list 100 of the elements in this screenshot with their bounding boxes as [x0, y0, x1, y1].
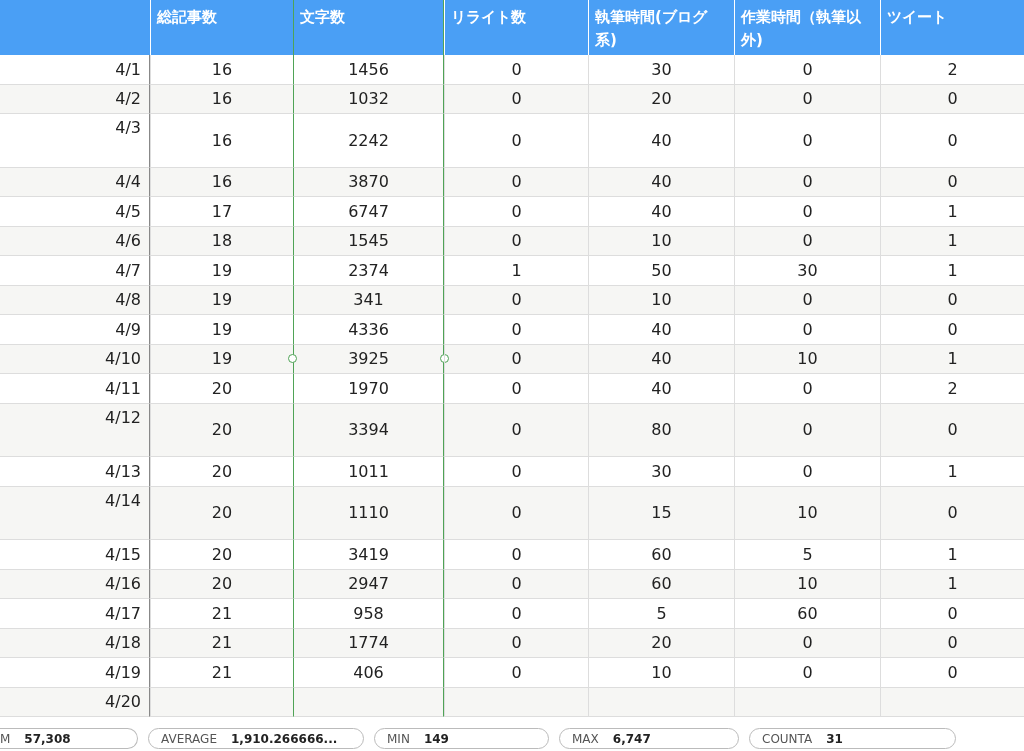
table-cell: 15	[588, 486, 734, 540]
table-cell: 0	[444, 486, 588, 540]
table-cell: 0	[444, 403, 588, 457]
table-cell: 0	[734, 374, 880, 404]
row-label: 4/14	[0, 486, 150, 540]
table-cell: 6747	[293, 197, 444, 227]
table-cell: 1545	[293, 226, 444, 256]
table-cell: 341	[293, 285, 444, 315]
table-cell: 30	[588, 55, 734, 85]
table-cell: 0	[444, 658, 588, 688]
table-cell: 1	[880, 256, 1024, 286]
table-cell: 0	[444, 114, 588, 168]
table-cell: 1774	[293, 628, 444, 658]
row-label: 4/5	[0, 197, 150, 227]
table-cell: 20	[150, 403, 293, 457]
column-header[interactable]: 作業時間（執筆以外)	[734, 0, 880, 55]
table-cell: 50	[588, 256, 734, 286]
table-cell: 3419	[293, 540, 444, 570]
table-cell: 2	[880, 55, 1024, 85]
column-header[interactable]: 総記事数	[150, 0, 293, 55]
table-cell: 2374	[293, 256, 444, 286]
row-label: 4/17	[0, 599, 150, 629]
table-cell: 20	[150, 486, 293, 540]
selection-handle[interactable]	[440, 353, 449, 363]
table-cell: 0	[444, 457, 588, 487]
table-cell: 20	[150, 457, 293, 487]
table-cell: 0	[880, 658, 1024, 688]
table-cell: 16	[150, 167, 293, 197]
table-cell: 0	[444, 315, 588, 345]
table-cell: 17	[150, 197, 293, 227]
row-label: 4/6	[0, 226, 150, 256]
table-cell: 40	[588, 344, 734, 374]
table-cell: 0	[734, 84, 880, 114]
table-cell: 1456	[293, 55, 444, 85]
table-cell: 0	[734, 658, 880, 688]
table-cell: 1	[880, 457, 1024, 487]
table-cell: 0	[734, 114, 880, 168]
table-cell: 0	[444, 599, 588, 629]
table-cell: 0	[880, 628, 1024, 658]
summary-label: AVERAGE	[161, 731, 217, 746]
row-label: 4/3	[0, 114, 150, 168]
row-label: 4/13	[0, 457, 150, 487]
table-cell: 20	[150, 540, 293, 570]
table-cell: 60	[734, 599, 880, 629]
row-label: 4/12	[0, 403, 150, 457]
table-cell: 10	[588, 226, 734, 256]
table-cell: 40	[588, 315, 734, 345]
table-cell: 1011	[293, 457, 444, 487]
table-cell: 1	[880, 226, 1024, 256]
table-cell: 1	[444, 256, 588, 286]
row-label: 4/16	[0, 569, 150, 599]
column-header[interactable]: 執筆時間(ブログ系)	[588, 0, 734, 55]
column-header[interactable]: ツイート	[880, 0, 1024, 55]
row-label: 4/9	[0, 315, 150, 345]
table-cell: 1970	[293, 374, 444, 404]
table-cell: 0	[880, 167, 1024, 197]
table-cell: 20	[150, 374, 293, 404]
table-cell: 10	[734, 344, 880, 374]
table-cell: 5	[734, 540, 880, 570]
table-cell: 20	[150, 569, 293, 599]
table-cell: 0	[734, 315, 880, 345]
table-cell: 0	[880, 403, 1024, 457]
table-cell: 4336	[293, 315, 444, 345]
selection-handle[interactable]	[288, 353, 297, 363]
summary-value: 149	[423, 731, 449, 746]
row-label: 4/4	[0, 167, 150, 197]
table-cell: 16	[150, 114, 293, 168]
table-cell: 16	[150, 84, 293, 114]
table-cell: 0	[880, 114, 1024, 168]
table-cell: 1	[880, 540, 1024, 570]
table-cell: 0	[444, 197, 588, 227]
table-cell: 0	[444, 55, 588, 85]
table-cell: 1032	[293, 84, 444, 114]
column-header[interactable]: リライト数	[444, 0, 588, 55]
table-cell: 40	[588, 374, 734, 404]
row-label: 4/15	[0, 540, 150, 570]
table-cell: 0	[734, 167, 880, 197]
summary-label: MIN	[387, 731, 410, 746]
table-cell: 0	[444, 226, 588, 256]
table-cell: 10	[588, 658, 734, 688]
table-cell: 21	[150, 599, 293, 629]
table-cell: 0	[444, 344, 588, 374]
table-cell: 0	[880, 486, 1024, 540]
table-cell: 40	[588, 167, 734, 197]
table-cell: 80	[588, 403, 734, 457]
table-cell: 2947	[293, 569, 444, 599]
table-cell: 19	[150, 285, 293, 315]
table-cell: 0	[880, 84, 1024, 114]
row-label: 4/7	[0, 256, 150, 286]
table-cell: 60	[588, 540, 734, 570]
table-cell: 16	[150, 55, 293, 85]
summary-value: 31	[826, 731, 843, 746]
summary-value: 1,910.266666...	[230, 731, 338, 746]
table-cell: 20	[588, 84, 734, 114]
table-cell: 0	[880, 315, 1024, 345]
column-header[interactable]: 文字数	[293, 0, 444, 55]
summary-label: M	[0, 731, 11, 746]
table-cell: 0	[880, 599, 1024, 629]
table-cell: 0	[444, 628, 588, 658]
table-cell: 10	[734, 569, 880, 599]
